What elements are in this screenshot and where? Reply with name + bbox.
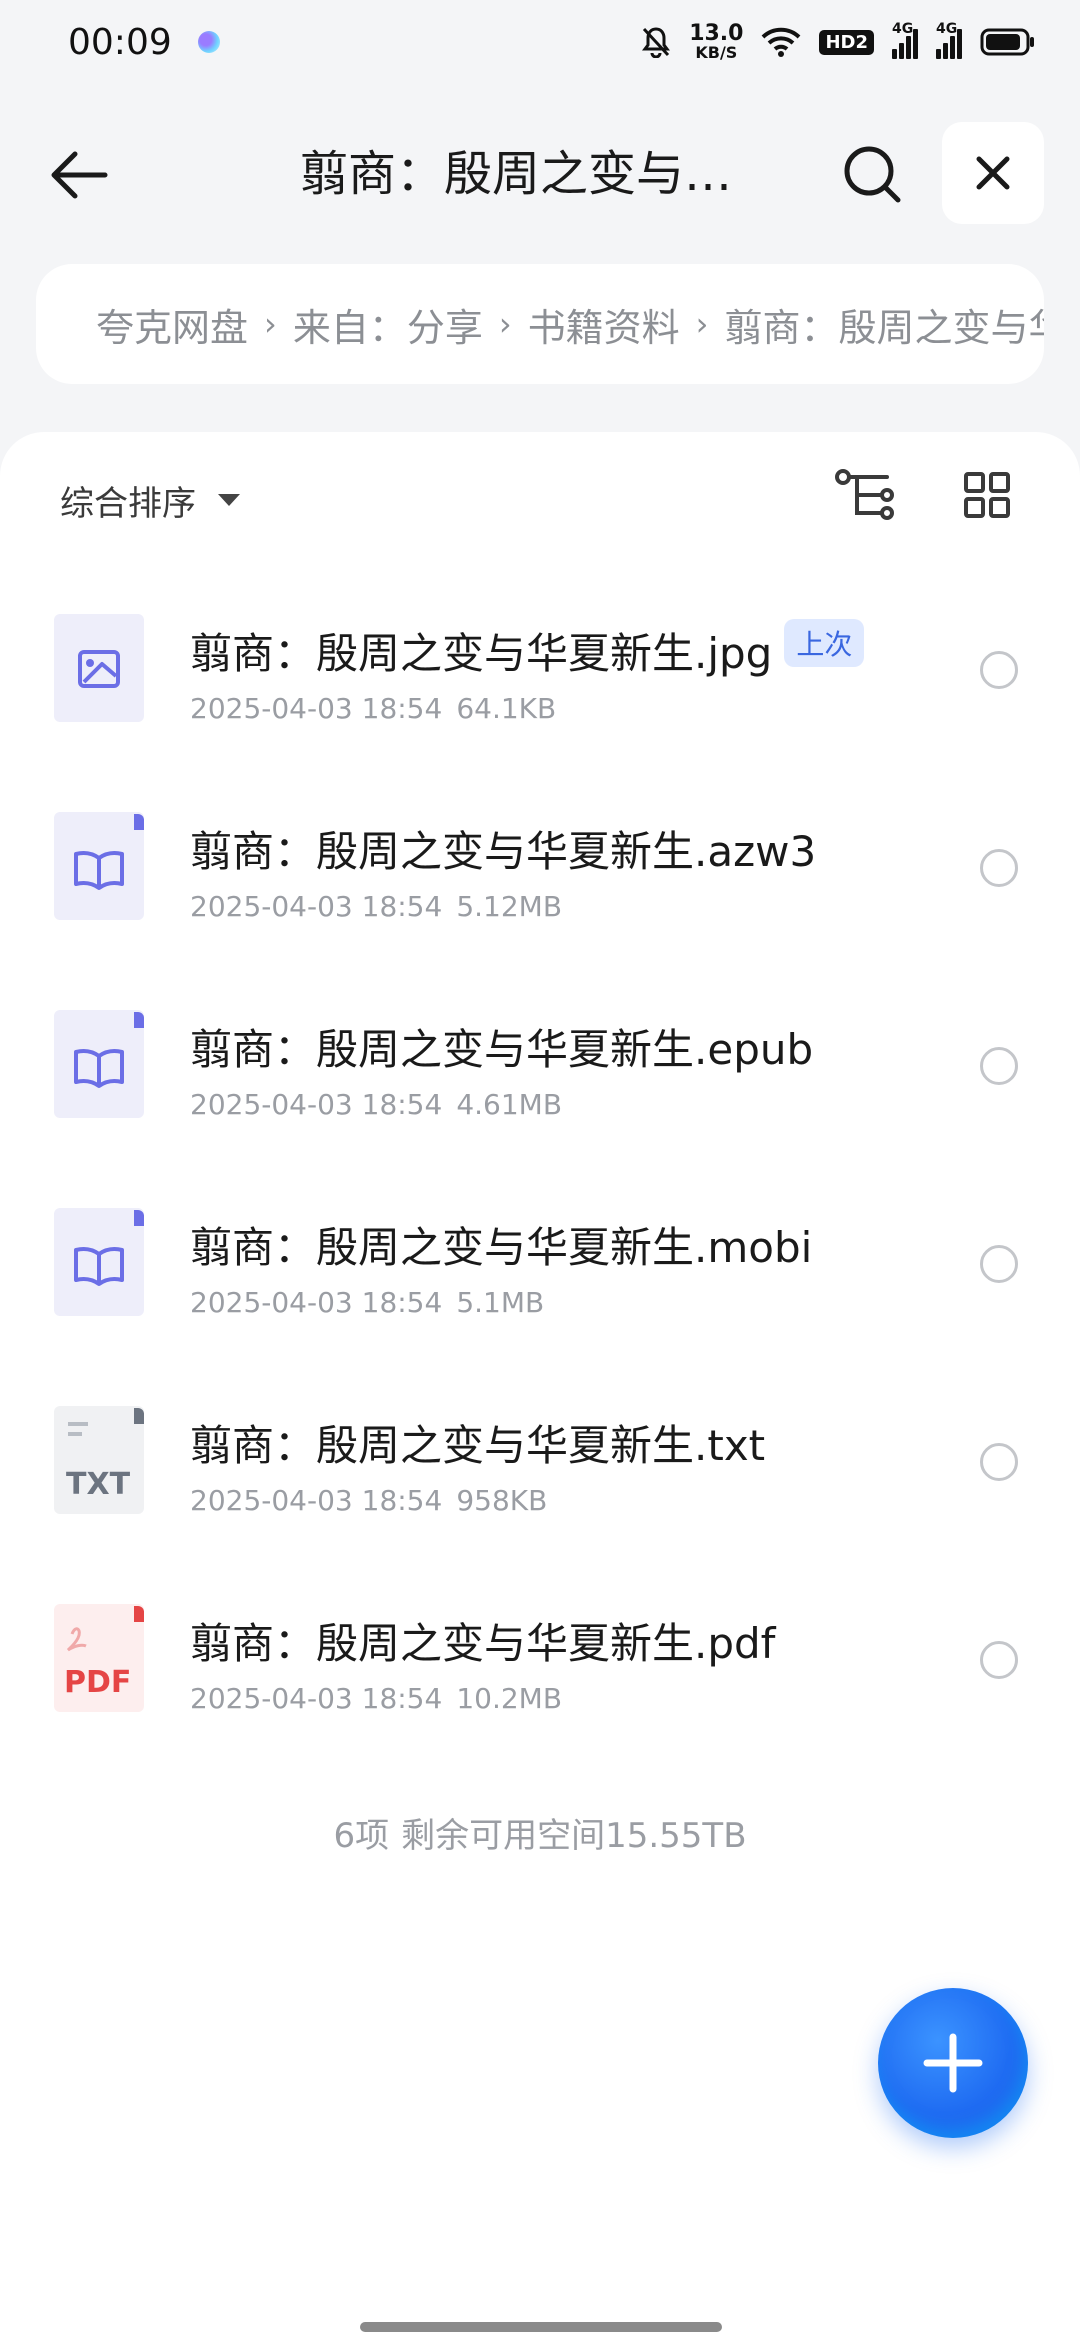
file-date: 2025-04-03 18:54 — [190, 1682, 443, 1715]
close-icon — [976, 156, 1010, 190]
page-title: 翦商：殷周之变与华夏新生 — [300, 146, 760, 202]
tree-view-button[interactable] — [830, 460, 900, 530]
network-speed: 13.0 KB/S — [689, 21, 744, 62]
top-app-bar: 翦商：殷周之变与华夏新生 — [0, 110, 1080, 240]
file-size: 5.1MB — [456, 1286, 545, 1319]
file-size: 64.1KB — [456, 692, 557, 725]
chevron-right-icon: › — [498, 305, 512, 343]
file-meta: 2025-04-03 18:54 5.1MB — [190, 1286, 544, 1319]
signal-sim2-icon: 4G — [936, 21, 962, 59]
file-size: 958KB — [456, 1484, 548, 1517]
file-name: 翦商：殷周之变与华夏新生.pdf — [190, 1619, 776, 1668]
file-size: 10.2MB — [456, 1682, 563, 1715]
file-size: 4.61MB — [456, 1088, 563, 1121]
ebook-file-icon — [54, 1010, 144, 1118]
wifi-icon — [762, 27, 801, 57]
file-row[interactable]: PDF 翦商：殷周之变与华夏新生.pdf 2025-04-03 18:54 10.… — [0, 1582, 1080, 1780]
sort-label: 综合排序 — [60, 483, 196, 524]
sort-dropdown[interactable]: 综合排序 — [60, 470, 240, 530]
search-button[interactable] — [836, 138, 908, 210]
storage-summary: 6项 剩余可用空间15.55TB — [0, 1808, 1080, 1857]
grid-icon — [964, 472, 1010, 518]
pdf-file-icon: PDF — [54, 1604, 144, 1712]
file-list: 翦商：殷周之变与华夏新生.jpg 上次 2025-04-03 18:54 64.1… — [0, 592, 1080, 1780]
file-meta: 2025-04-03 18:54 958KB — [190, 1484, 547, 1517]
file-meta: 2025-04-03 18:54 5.12MB — [190, 890, 562, 923]
file-name: 翦商：殷周之变与华夏新生.epub — [190, 1025, 814, 1074]
item-count: 6项 — [333, 1816, 390, 1856]
file-row[interactable]: 翦商：殷周之变与华夏新生.epub 2025-04-03 18:54 4.61MB — [0, 988, 1080, 1186]
file-row[interactable]: 翦商：殷周之变与华夏新生.jpg 上次 2025-04-03 18:54 64.1… — [0, 592, 1080, 790]
signal-sim1-icon: 4G — [892, 21, 918, 59]
file-row[interactable]: 翦商：殷周之变与华夏新生.azw3 2025-04-03 18:54 5.12MB — [0, 790, 1080, 988]
breadcrumb-item-current: 翦商：殷周之变与华夏新生 — [724, 305, 1044, 350]
back-button[interactable] — [44, 140, 114, 210]
caret-down-icon — [218, 494, 240, 506]
file-date: 2025-04-03 18:54 — [190, 1088, 443, 1121]
ebook-file-icon — [54, 812, 144, 920]
breadcrumb-item-share[interactable]: 来自：分享 — [293, 297, 483, 352]
file-row[interactable]: 翦商：殷周之变与华夏新生.mobi 2025-04-03 18:54 5.1MB — [0, 1186, 1080, 1384]
battery-icon — [980, 28, 1034, 56]
file-name: 翦商：殷周之变与华夏新生.txt — [190, 1421, 766, 1470]
breadcrumb-item-root[interactable]: 夸克网盘 — [96, 297, 248, 352]
file-meta: 2025-04-03 18:54 64.1KB — [190, 692, 556, 725]
file-date: 2025-04-03 18:54 — [190, 692, 443, 725]
directory-tree-icon — [835, 469, 894, 520]
select-radio[interactable] — [980, 1641, 1018, 1679]
ebook-file-icon — [54, 1208, 144, 1316]
home-indicator[interactable] — [360, 2322, 722, 2332]
select-radio[interactable] — [980, 1443, 1018, 1481]
add-button[interactable] — [878, 1988, 1028, 2138]
free-space: 剩余可用空间15.55TB — [401, 1816, 747, 1856]
file-date: 2025-04-03 18:54 — [190, 890, 443, 923]
plus-icon — [923, 2033, 983, 2093]
file-name: 翦商：殷周之变与华夏新生.azw3 — [190, 827, 817, 876]
status-bar: 00:09 13.0 KB/S HD2 4G 4G — [0, 0, 1080, 84]
file-name: 翦商：殷周之变与华夏新生.jpg — [190, 629, 773, 678]
breadcrumb: 夸克网盘 › 来自：分享 › 书籍资料 › 翦商：殷周之变与华夏新生 — [36, 264, 1044, 384]
grid-view-button[interactable] — [952, 460, 1022, 530]
search-icon — [844, 146, 901, 203]
file-meta: 2025-04-03 18:54 4.61MB — [190, 1088, 562, 1121]
select-radio[interactable] — [980, 651, 1018, 689]
chevron-right-icon: › — [695, 305, 709, 343]
pdf-icon-label: PDF — [64, 1665, 131, 1700]
file-size: 5.12MB — [456, 890, 563, 923]
file-meta: 2025-04-03 18:54 10.2MB — [190, 1682, 562, 1715]
file-name: 翦商：殷周之变与华夏新生.mobi — [190, 1223, 813, 1272]
hd-voice-badge: HD2 — [819, 29, 874, 55]
status-time: 00:09 — [68, 21, 172, 63]
file-date: 2025-04-03 18:54 — [190, 1484, 443, 1517]
file-date: 2025-04-03 18:54 — [190, 1286, 443, 1319]
select-radio[interactable] — [980, 1245, 1018, 1283]
breadcrumb-item-books[interactable]: 书籍资料 — [528, 297, 680, 352]
close-button[interactable] — [942, 122, 1044, 224]
chevron-right-icon: › — [264, 305, 277, 343]
image-file-icon — [54, 614, 144, 722]
assistant-dot-icon — [197, 31, 220, 53]
bell-off-icon — [642, 27, 671, 58]
arrow-left-icon — [51, 151, 108, 199]
file-row[interactable]: TXT 翦商：殷周之变与华夏新生.txt 2025-04-03 18:54 958… — [0, 1384, 1080, 1582]
toolbar: 综合排序 — [0, 460, 1080, 540]
txt-icon-label: TXT — [66, 1467, 131, 1502]
select-radio[interactable] — [980, 849, 1018, 887]
select-radio[interactable] — [980, 1047, 1018, 1085]
file-panel: 综合排序 翦商：殷周之变与华夏新生.jpg 上次 2025-04-03 18:5… — [0, 432, 1080, 2340]
txt-file-icon: TXT — [54, 1406, 144, 1514]
last-opened-badge: 上次 — [784, 618, 865, 667]
